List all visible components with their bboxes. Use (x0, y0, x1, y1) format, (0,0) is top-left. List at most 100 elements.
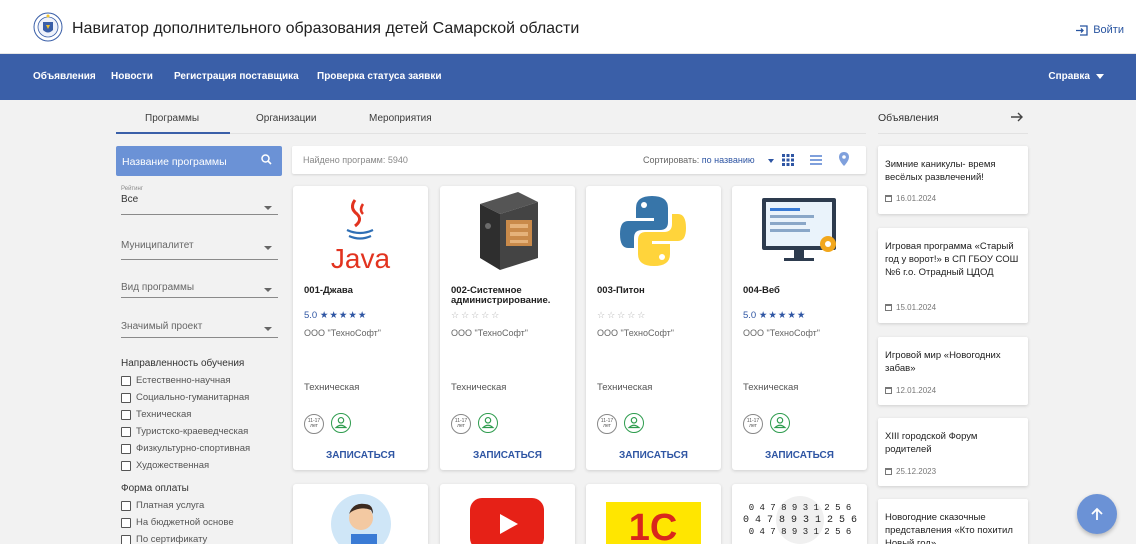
search-icon[interactable] (261, 154, 272, 165)
municipality-filter[interactable]: Муниципалитет (121, 240, 278, 260)
age-badge: 11-17 лет (304, 414, 324, 434)
star-rating-icon: ★★★★★ (758, 310, 807, 321)
direction-checkbox[interactable]: Техническая (121, 409, 191, 420)
site-title[interactable]: Навигатор дополнительного образования де… (72, 20, 579, 38)
login-button[interactable]: Войти (1075, 24, 1124, 36)
chevron-down-icon[interactable] (768, 159, 774, 163)
announcement-card[interactable]: Новогодние сказочные представления «Кто … (878, 499, 1028, 544)
1c-logo-icon: 1С (606, 502, 701, 544)
program-direction: Техническая (451, 382, 507, 393)
announcement-card[interactable]: XIII городской Форум родителей 25.12.202… (878, 418, 1028, 486)
announcement-card[interactable]: Зимние каникулы- время весёлых развлечен… (878, 146, 1028, 214)
checkbox[interactable] (121, 443, 131, 454)
announcement-title[interactable]: XIII городской Форум родителей (885, 430, 1023, 456)
announcements-divider (878, 133, 1028, 134)
program-type-filter[interactable]: Вид программы (121, 282, 278, 298)
date-text: 16.01.2024 (896, 194, 937, 203)
program-card[interactable] (440, 484, 575, 544)
tab-organizations[interactable]: Организации (256, 113, 316, 124)
direction-heading: Направленность обучения (121, 358, 245, 369)
program-name-search[interactable]: Название программы (116, 146, 282, 176)
direction-checkbox[interactable]: Художественная (121, 460, 209, 471)
rating-filter[interactable]: Рейтинг Все (121, 186, 278, 215)
field-underline (121, 214, 278, 215)
program-card[interactable] (293, 484, 428, 544)
program-card[interactable]: 002-Системное администрирование. ☆☆☆☆☆ О… (440, 186, 575, 470)
program-card[interactable]: Java 001-Джава 5.0 ★★★★★ ООО "ТехноСофт"… (293, 186, 428, 470)
program-card[interactable]: 003-Питон ☆☆☆☆☆ ООО "ТехноСофт" Техничес… (586, 186, 721, 470)
program-title[interactable]: 004-Веб (743, 286, 861, 296)
checkbox[interactable] (121, 375, 131, 386)
youtube-logo-icon (470, 498, 544, 544)
help-menu[interactable]: Справка (1048, 71, 1104, 82)
main-nav: Объявления Новости Регистрация поставщик… (0, 54, 1136, 100)
payment-checkbox[interactable]: Платная услуга (121, 500, 204, 511)
organization-name[interactable]: ООО "ТехноСофт" (304, 328, 381, 338)
payment-checkbox[interactable]: На бюджетной основе (121, 517, 234, 528)
checkbox[interactable] (121, 500, 131, 511)
checkbox[interactable] (121, 517, 131, 528)
enroll-button[interactable]: ЗАПИСАТЬСЯ (440, 450, 575, 461)
grid-view-icon[interactable] (782, 154, 794, 166)
nav-announcements[interactable]: Объявления (33, 71, 96, 82)
announcements-heading: Объявления (878, 112, 939, 124)
organization-name[interactable]: ООО "ТехноСофт" (743, 328, 820, 338)
scroll-to-top-button[interactable] (1077, 494, 1117, 534)
empty-star-rating-icon: ☆☆☆☆☆ (597, 310, 648, 320)
sort-label: Сортировать: (643, 155, 700, 165)
numbers-text: 0 4 7 8 9 3 1 2 5 6 (743, 515, 857, 526)
nav-news[interactable]: Новости (111, 71, 153, 82)
checkbox[interactable] (121, 460, 131, 471)
numbers-text: 0 4 7 8 9 3 1 2 5 6 (749, 503, 852, 513)
payment-checkbox[interactable]: По сертификату (121, 534, 207, 544)
coat-of-arms-logo-icon[interactable] (33, 12, 63, 42)
direction-checkbox[interactable]: Туристско-краеведческая (121, 426, 248, 437)
list-view-icon[interactable] (810, 154, 822, 166)
tab-events[interactable]: Мероприятия (369, 113, 432, 124)
person-icon (624, 413, 644, 433)
announcement-title[interactable]: Зимние каникулы- время весёлых развлечен… (885, 158, 1023, 184)
checkbox[interactable] (121, 392, 131, 403)
announcement-card[interactable]: Игровая программа «Старый год у ворот!» … (878, 228, 1028, 323)
nav-application-status[interactable]: Проверка статуса заявки (317, 71, 441, 82)
age-badge: 11-17 лет (451, 414, 471, 434)
announcement-card[interactable]: Игровой мир «Новогодних забав» 12.01.202… (878, 337, 1028, 405)
tab-programs[interactable]: Программы (145, 113, 199, 124)
checkbox[interactable] (121, 534, 131, 544)
direction-checkbox[interactable]: Физкультурно-спортивная (121, 443, 250, 454)
program-card[interactable]: 004-Веб 5.0 ★★★★★ ООО "ТехноСофт" Технич… (732, 186, 867, 470)
search-label: Название программы (122, 156, 227, 168)
organization-name[interactable]: ООО "ТехноСофт" (597, 328, 674, 338)
enroll-button[interactable]: ЗАПИСАТЬСЯ (293, 450, 428, 461)
program-card[interactable]: 1С (586, 484, 721, 544)
program-title[interactable]: 003-Питон (597, 286, 715, 296)
sort-control[interactable]: Сортировать: по названию (643, 155, 755, 165)
announcement-title[interactable]: Игровая программа «Старый год у ворот!» … (885, 240, 1023, 279)
server-icon (480, 192, 538, 270)
arrow-up-icon (1091, 507, 1103, 520)
nav-provider-registration[interactable]: Регистрация поставщика (174, 71, 299, 82)
field-underline (121, 259, 278, 260)
checkbox[interactable] (121, 409, 131, 420)
enroll-button[interactable]: ЗАПИСАТЬСЯ (586, 450, 721, 461)
checkbox[interactable] (121, 426, 131, 437)
announcement-title[interactable]: Игровой мир «Новогодних забав» (885, 349, 1023, 375)
significant-project-filter[interactable]: Значимый проект (121, 321, 278, 338)
age-badge: 11-17 лет (597, 414, 617, 434)
announcement-date: 12.01.2024 (885, 386, 936, 395)
person-icon (331, 413, 351, 433)
direction-checkbox[interactable]: Естественно-научная (121, 375, 231, 386)
program-title[interactable]: 001-Джава (304, 286, 422, 296)
direction-checkbox[interactable]: Социально-гуманитарная (121, 392, 249, 403)
arrow-right-icon[interactable] (1010, 110, 1024, 124)
rating: 5.0 ★★★★★ (304, 310, 367, 321)
organization-name[interactable]: ООО "ТехноСофт" (451, 328, 528, 338)
program-card[interactable]: 0 4 7 8 9 3 1 2 5 6 0 4 7 8 9 3 1 2 5 6 … (732, 484, 867, 544)
chevron-down-icon (264, 327, 272, 331)
enroll-button[interactable]: ЗАПИСАТЬСЯ (732, 450, 867, 461)
program-title[interactable]: 002-Системное администрирование. (451, 286, 569, 306)
sort-value[interactable]: по названию (702, 155, 755, 165)
rating-value: 5.0 (304, 310, 318, 321)
map-pin-icon[interactable] (839, 152, 849, 166)
announcement-title[interactable]: Новогодние сказочные представления «Кто … (885, 511, 1023, 544)
